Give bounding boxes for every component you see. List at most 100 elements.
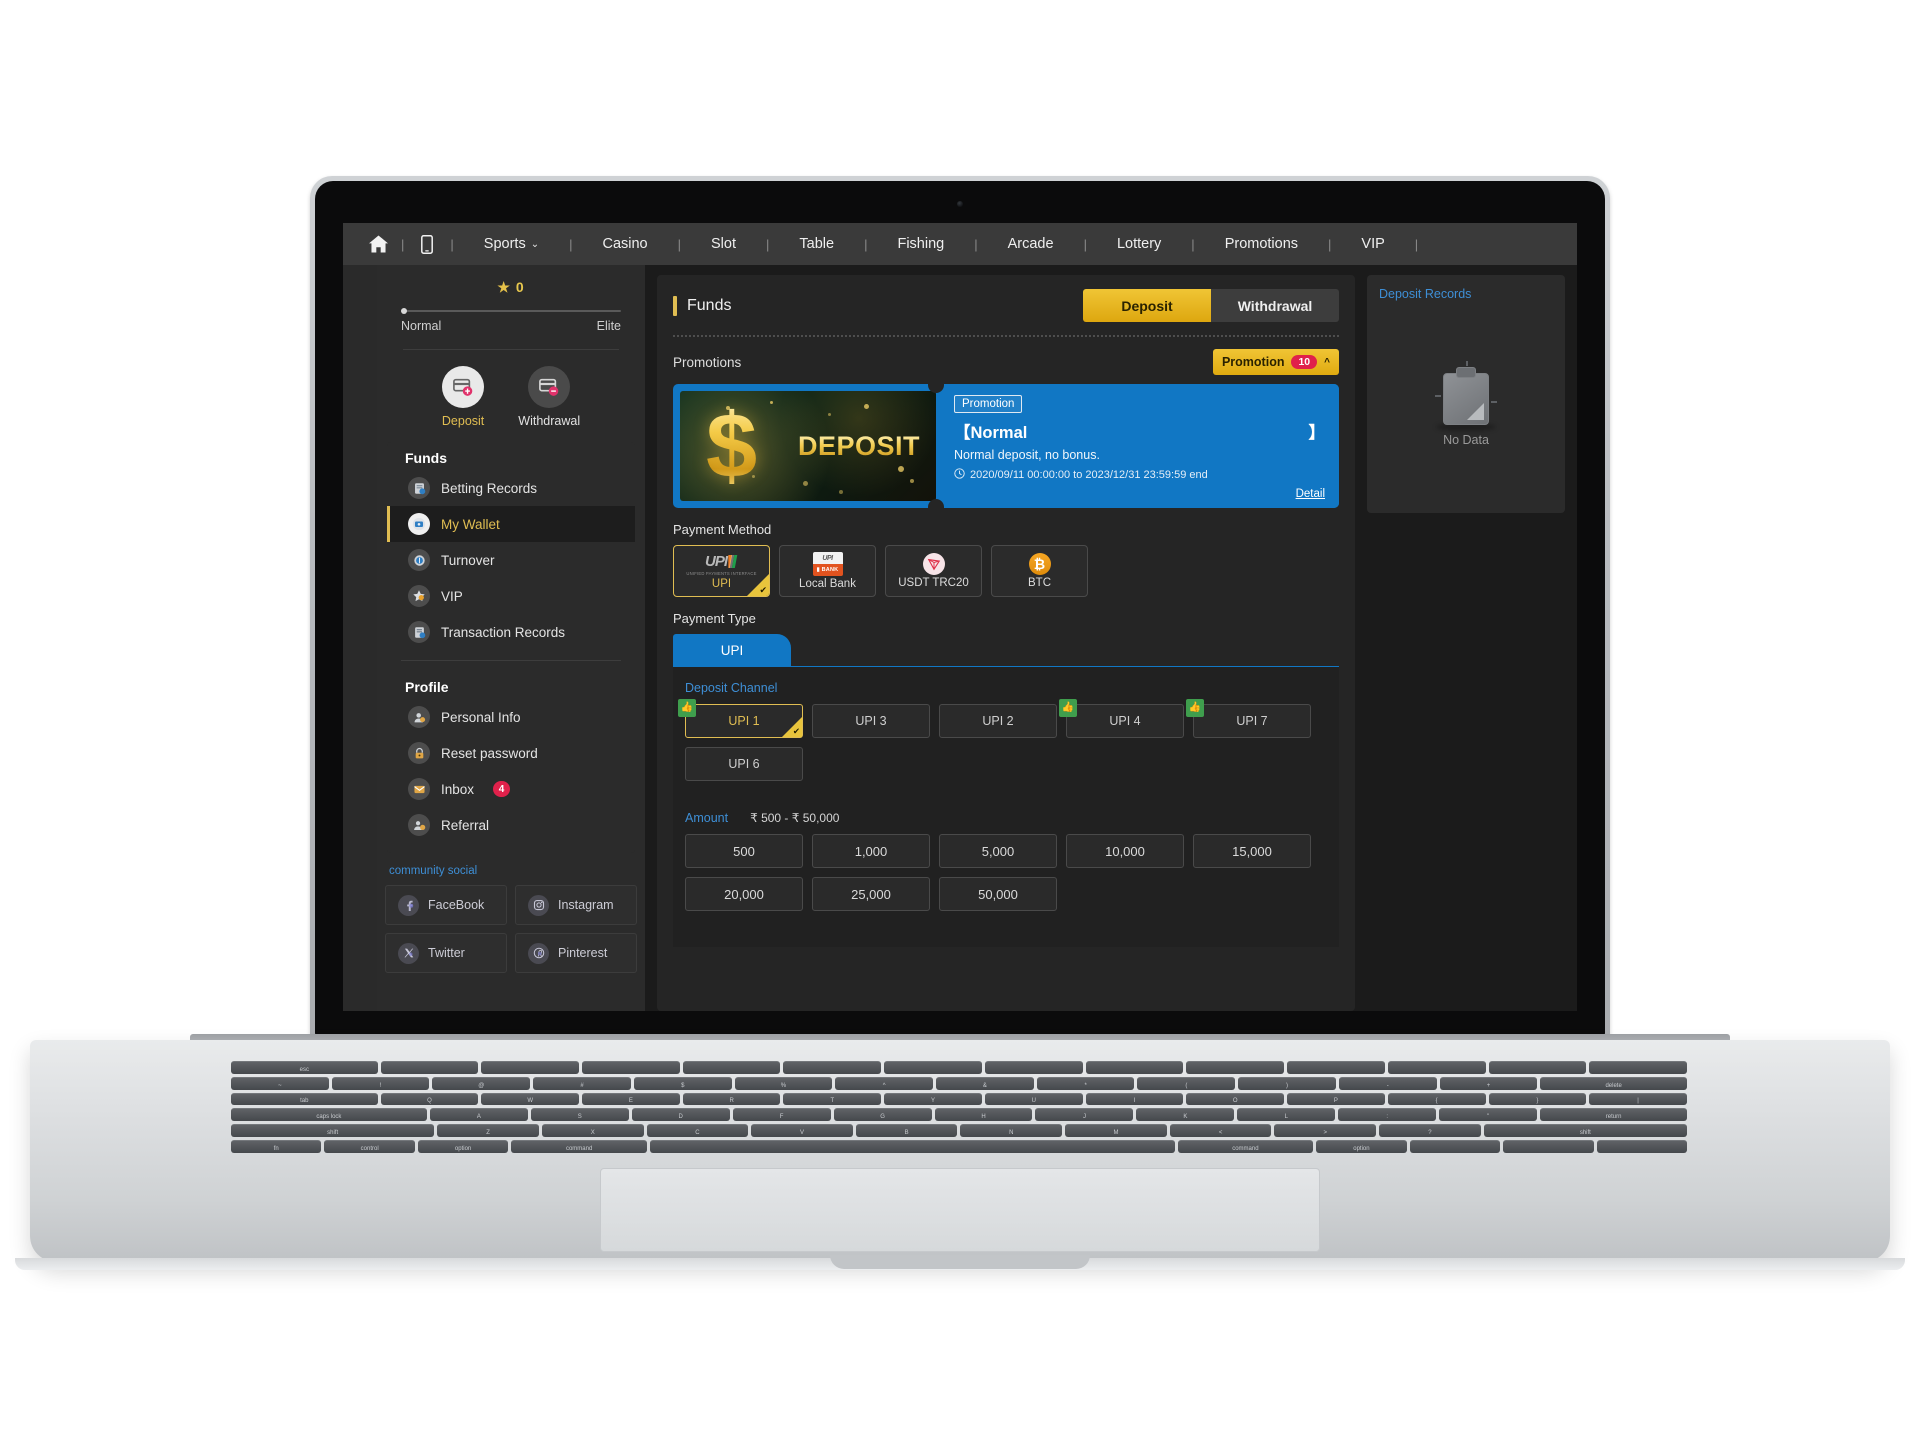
amount-preset-10000[interactable]: 10,000 [1066,834,1184,868]
key-arrow-updown[interactable] [1503,1140,1594,1153]
trackpad[interactable] [600,1168,1320,1252]
promotion-toggle-button[interactable]: Promotion 10 ^ [1212,349,1339,375]
sidebar-item-turnover[interactable]: Turnover [387,542,635,578]
key-caps-lock[interactable]: caps lock [231,1108,427,1122]
key-v[interactable]: V [751,1124,853,1138]
key-quote[interactable]: " [1439,1108,1538,1122]
nav-item-sports[interactable]: Sports ⌄ [480,236,543,252]
key-m[interactable]: M [1065,1124,1167,1138]
key-1[interactable]: ! [331,1076,430,1090]
amount-preset-20000[interactable]: 20,000 [685,877,803,911]
key-9[interactable]: ( [1137,1076,1236,1090]
key-u[interactable]: U [984,1092,1083,1106]
social-link-facebook[interactable]: FaceBook [385,885,507,925]
amount-preset-5000[interactable]: 5,000 [939,834,1057,868]
key-arrow-left[interactable] [1409,1140,1501,1153]
key-t[interactable]: T [783,1092,882,1106]
key-semicolon[interactable]: : [1338,1108,1437,1122]
key-command-left[interactable]: command [511,1140,647,1153]
key-z[interactable]: Z [437,1124,539,1138]
sidebar-item-personal-info[interactable]: Personal Info [387,699,635,735]
key-bracket-right[interactable]: } [1488,1092,1587,1106]
key-f10[interactable] [1287,1061,1385,1074]
key-e[interactable]: E [582,1092,680,1106]
amount-preset-25000[interactable]: 25,000 [812,877,930,911]
key-i[interactable]: I [1085,1092,1184,1106]
key-3[interactable]: # [533,1076,631,1090]
key-f5[interactable] [783,1061,882,1074]
key-arrow-right[interactable] [1596,1140,1687,1153]
key-b[interactable]: B [855,1124,958,1138]
key-power[interactable] [1589,1061,1687,1074]
key-f6[interactable] [884,1061,982,1074]
nav-item-promotions[interactable]: Promotions [1221,236,1302,252]
key-a[interactable]: A [429,1108,528,1122]
amount-preset-500[interactable]: 500 [685,834,803,868]
key-l[interactable]: L [1237,1108,1336,1122]
nav-item-slot[interactable]: Slot [707,236,740,252]
key-tab[interactable]: tab [231,1092,378,1106]
nav-item-vip[interactable]: VIP [1357,236,1388,252]
sidebar-item-my-wallet[interactable]: My Wallet [387,506,635,542]
payment-type-tab-upi[interactable]: UPI [673,634,791,666]
payment-method-local-bank[interactable]: UPI ▮ BANK Local Bank [779,545,876,597]
tab-withdrawal[interactable]: Withdrawal [1211,289,1339,322]
key-4[interactable]: $ [633,1076,732,1090]
social-link-instagram[interactable]: Instagram [515,885,637,925]
key-f8[interactable] [1085,1061,1184,1074]
quick-action-deposit[interactable]: Deposit [442,366,484,428]
key-g[interactable]: G [833,1108,932,1122]
key-f4[interactable] [682,1061,781,1074]
keyboard[interactable]: esc ~ ! @ # $ % ^ & * ( ) - + delete tab… [228,1058,1690,1156]
deposit-channel-upi-6[interactable]: UPI 6 [685,747,803,781]
promotion-card[interactable]: $ DEPOSIT Promotion 【Normal 】 Normal dep… [673,384,1339,508]
amount-preset-50000[interactable]: 50,000 [939,877,1057,911]
key-2[interactable]: @ [432,1076,531,1090]
tab-deposit[interactable]: Deposit [1083,289,1211,322]
key-f2[interactable] [481,1061,580,1074]
key-backslash[interactable]: | [1589,1092,1687,1106]
key-space[interactable] [649,1140,1175,1153]
key-return[interactable]: return [1540,1108,1688,1122]
deposit-channel-upi-2[interactable]: UPI 2 [939,704,1057,738]
mobile-icon[interactable] [416,233,438,255]
social-link-twitter[interactable]: Twitter [385,933,507,973]
key-o[interactable]: O [1186,1092,1285,1106]
key-minus[interactable]: - [1338,1076,1437,1090]
key-f12[interactable] [1488,1061,1587,1074]
sidebar-item-reset-password[interactable]: Reset password [387,735,635,771]
key-8[interactable]: * [1036,1076,1135,1090]
key-c[interactable]: C [646,1124,749,1138]
promotion-detail-link[interactable]: Detail [1296,488,1325,500]
key-esc[interactable]: esc [231,1061,378,1074]
key-s[interactable]: S [530,1108,629,1122]
key-f7[interactable] [984,1061,1083,1074]
deposit-channel-upi-3[interactable]: UPI 3 [812,704,930,738]
sidebar-item-inbox[interactable]: Inbox 4 [387,771,635,807]
key-tilde[interactable]: ~ [231,1076,329,1090]
key-fn[interactable]: fn [231,1140,322,1153]
key-shift-right[interactable]: shift [1483,1124,1687,1138]
key-comma[interactable]: < [1169,1124,1272,1138]
amount-preset-1000[interactable]: 1,000 [812,834,930,868]
key-j[interactable]: J [1035,1108,1134,1122]
social-link-pinterest[interactable]: Pinterest [515,933,637,973]
key-period[interactable]: > [1274,1124,1377,1138]
key-control[interactable]: control [324,1140,415,1153]
key-f9[interactable] [1186,1061,1285,1074]
key-r[interactable]: R [682,1092,781,1106]
key-f1[interactable] [380,1061,479,1074]
key-5[interactable]: % [734,1076,833,1090]
key-7[interactable]: & [936,1076,1034,1090]
key-shift-left[interactable]: shift [231,1124,435,1138]
sidebar-item-referral[interactable]: Referral [387,807,635,843]
deposit-channel-upi-4[interactable]: 👍 UPI 4 [1059,699,1184,738]
sidebar-item-vip[interactable]: VIP [387,578,635,614]
nav-item-arcade[interactable]: Arcade [1004,236,1058,252]
key-f[interactable]: F [732,1108,831,1122]
key-6[interactable]: ^ [835,1076,934,1090]
key-p[interactable]: P [1287,1092,1385,1106]
key-y[interactable]: Y [884,1092,982,1106]
nav-item-casino[interactable]: Casino [598,236,651,252]
sidebar-item-betting-records[interactable]: Betting Records [387,470,635,506]
